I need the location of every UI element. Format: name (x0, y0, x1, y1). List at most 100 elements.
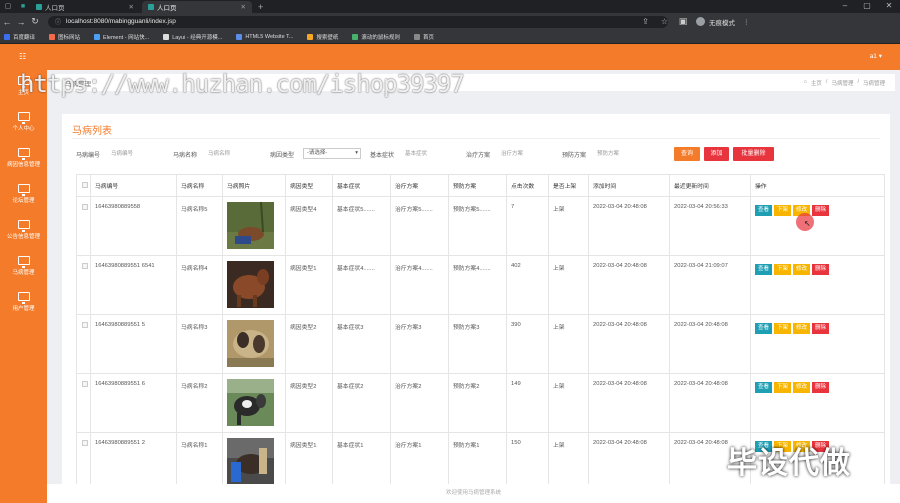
bookmark-item[interactable]: HTML5 Website T... (236, 33, 293, 40)
delete-button[interactable]: 删除 (812, 264, 830, 275)
column-header: 马病编号 (90, 174, 177, 197)
table-row: 16463980889551 5 马病名称3 病因类型2 基本症状3 治疗方案3 预防方案… (76, 314, 885, 374)
forward-icon[interactable]: → (14, 17, 28, 27)
browser-menu-icon[interactable]: ▢ (3, 2, 13, 12)
url-input[interactable]: ⓘ localhost:8080/mabingguanli/index.jsp … (48, 15, 668, 28)
row-actions: 查看 下架 修改 删除 (755, 264, 880, 275)
incognito-indicator[interactable]: 无痕模式 ⋮ (696, 17, 750, 27)
sidebar-item[interactable]: 用户管理 (0, 292, 47, 312)
cell-clicks: 402 (506, 255, 549, 315)
name-label: 马病名称 (173, 153, 198, 159)
reload-icon[interactable]: ↻ (28, 16, 42, 27)
close-window-icon[interactable]: ✕ (878, 0, 900, 12)
app-header: a1 ▾ (0, 44, 900, 70)
batch-delete-button[interactable]: 批量删除 (733, 147, 774, 161)
horse-photo (227, 438, 274, 485)
incognito-icon (696, 17, 705, 26)
minimize-icon[interactable]: – (834, 0, 856, 12)
row-checkbox[interactable] (82, 263, 88, 269)
view-button[interactable]: 查看 (755, 205, 773, 216)
star-icon[interactable]: ☆ (661, 17, 668, 26)
delete-button[interactable]: 删除 (812, 382, 830, 393)
card-title: 马病列表 (72, 126, 112, 137)
monitor-icon (17, 112, 30, 124)
bookmark-item[interactable]: 百度翻译 (4, 33, 35, 41)
row-checkbox[interactable] (82, 204, 88, 210)
delete-button[interactable]: 删除 (812, 323, 830, 334)
cell-ops: 查看 下架 修改 删除 (750, 373, 885, 433)
unlist-button[interactable]: 下架 (774, 323, 792, 334)
sidebar-item-label: 个人中心 (12, 126, 35, 132)
id-input[interactable]: 马病编号 (111, 148, 169, 160)
delete-button[interactable]: 删除 (812, 205, 830, 216)
bookmark-item[interactable]: Element - 网站快... (94, 33, 149, 41)
unlist-button[interactable]: 下架 (774, 205, 792, 216)
select-all-checkbox[interactable] (82, 181, 88, 188)
row-checkbox[interactable] (82, 381, 88, 387)
cell-prevention: 预防方案3 (448, 314, 507, 374)
add-button[interactable]: 添加 (704, 147, 729, 161)
treatment-input[interactable]: 治疗方案 (501, 148, 559, 160)
view-button[interactable]: 查看 (755, 382, 773, 393)
bookmark-item[interactable]: 滚动的鼠标规则 (352, 33, 400, 41)
cell-status: 上架 (548, 255, 589, 315)
breadcrumb-home[interactable]: 主页 (811, 79, 822, 87)
row-checkbox[interactable] (82, 322, 88, 328)
app: a1 ▾ ☷ 主页 个人中心 病因信息管理 论坛管理 公告信息管理 马病管理 用户管理 马病… (0, 44, 900, 503)
sidebar-item[interactable]: 病因信息管理 (0, 148, 47, 168)
sidebar-item[interactable]: 个人中心 (0, 112, 47, 132)
info-icon[interactable]: ⓘ (55, 17, 61, 26)
unlist-button[interactable]: 下架 (774, 264, 792, 275)
select-cell (76, 196, 91, 256)
bookmark-item[interactable]: 图标网站 (49, 33, 80, 41)
cell-photo (222, 196, 286, 256)
monitor-icon (17, 256, 30, 268)
back-icon[interactable]: ← (0, 17, 14, 27)
edit-button[interactable]: 修改 (793, 264, 811, 275)
row-checkbox[interactable] (82, 440, 88, 446)
tab-favicon-icon (148, 4, 154, 10)
cell-updated: 2022-03-04 21:09:07 (669, 255, 751, 315)
cell-photo (222, 373, 286, 433)
bookmark-item[interactable]: Layui - 经典开源模... (163, 33, 222, 41)
close-tab-icon[interactable]: ✕ (129, 3, 134, 11)
bookmark-item[interactable]: 首页 (413, 33, 434, 41)
treatment-label: 治疗方案 (466, 153, 491, 159)
bookmark-label: 滚动的鼠标规则 (361, 34, 400, 41)
sidebar-item[interactable]: 公告信息管理 (0, 220, 47, 240)
browser-tab-2[interactable]: 人口页 ✕ (142, 1, 252, 13)
maximize-icon[interactable]: ▢ (856, 0, 878, 12)
cell-id: 16463980889558 (90, 196, 177, 256)
edit-button[interactable]: 修改 (793, 323, 811, 334)
edit-button[interactable]: 修改 (793, 382, 811, 393)
prevention-label: 预防方案 (562, 153, 587, 159)
cell-type: 病因类型1 (285, 432, 333, 492)
cell-treatment: 治疗方案1 (390, 432, 449, 492)
symptom-input[interactable]: 基本症状 (405, 148, 463, 160)
type-select[interactable]: -请选择- ▾ (303, 148, 361, 159)
bookmark-item[interactable]: 搜索壁纸 (307, 33, 338, 41)
monitor-icon (17, 220, 30, 232)
menu-toggle-icon[interactable]: ☷ (19, 52, 26, 61)
breadcrumb-item[interactable]: 马病管理 (831, 79, 853, 87)
unlist-button[interactable]: 下架 (774, 382, 792, 393)
cell-treatment: 治疗方案2 (390, 373, 449, 433)
sidebar-item[interactable]: 马病管理 (0, 256, 47, 276)
new-tab-icon[interactable]: + (258, 1, 263, 13)
window-controls: – ▢ ✕ (834, 0, 900, 12)
sidebar-item[interactable]: 论坛管理 (0, 184, 47, 204)
extensions-icon[interactable]: ▣ (676, 16, 690, 27)
user-menu[interactable]: a1 ▾ (870, 52, 882, 60)
query-button[interactable]: 查询 (674, 147, 700, 161)
prevention-input[interactable]: 预防方案 (597, 148, 655, 160)
name-input[interactable]: 马病名称 (208, 148, 266, 160)
close-tab-icon[interactable]: ✕ (241, 3, 246, 11)
overlay-text: 毕设代做 (727, 446, 851, 481)
bookmark-label: Element - 网站快... (103, 34, 150, 41)
browser-tab-1[interactable]: 人口页 ✕ (30, 1, 140, 13)
list-card: 马病列表 马病编号 马病编号 马病名称 马病名称 病因类型 -请选择- ▾ 基本症… (62, 114, 890, 494)
view-button[interactable]: 查看 (755, 264, 773, 275)
more-icon[interactable]: ⋮ (743, 18, 750, 26)
share-icon[interactable]: ⇪ (642, 17, 649, 26)
view-button[interactable]: 查看 (755, 323, 773, 334)
